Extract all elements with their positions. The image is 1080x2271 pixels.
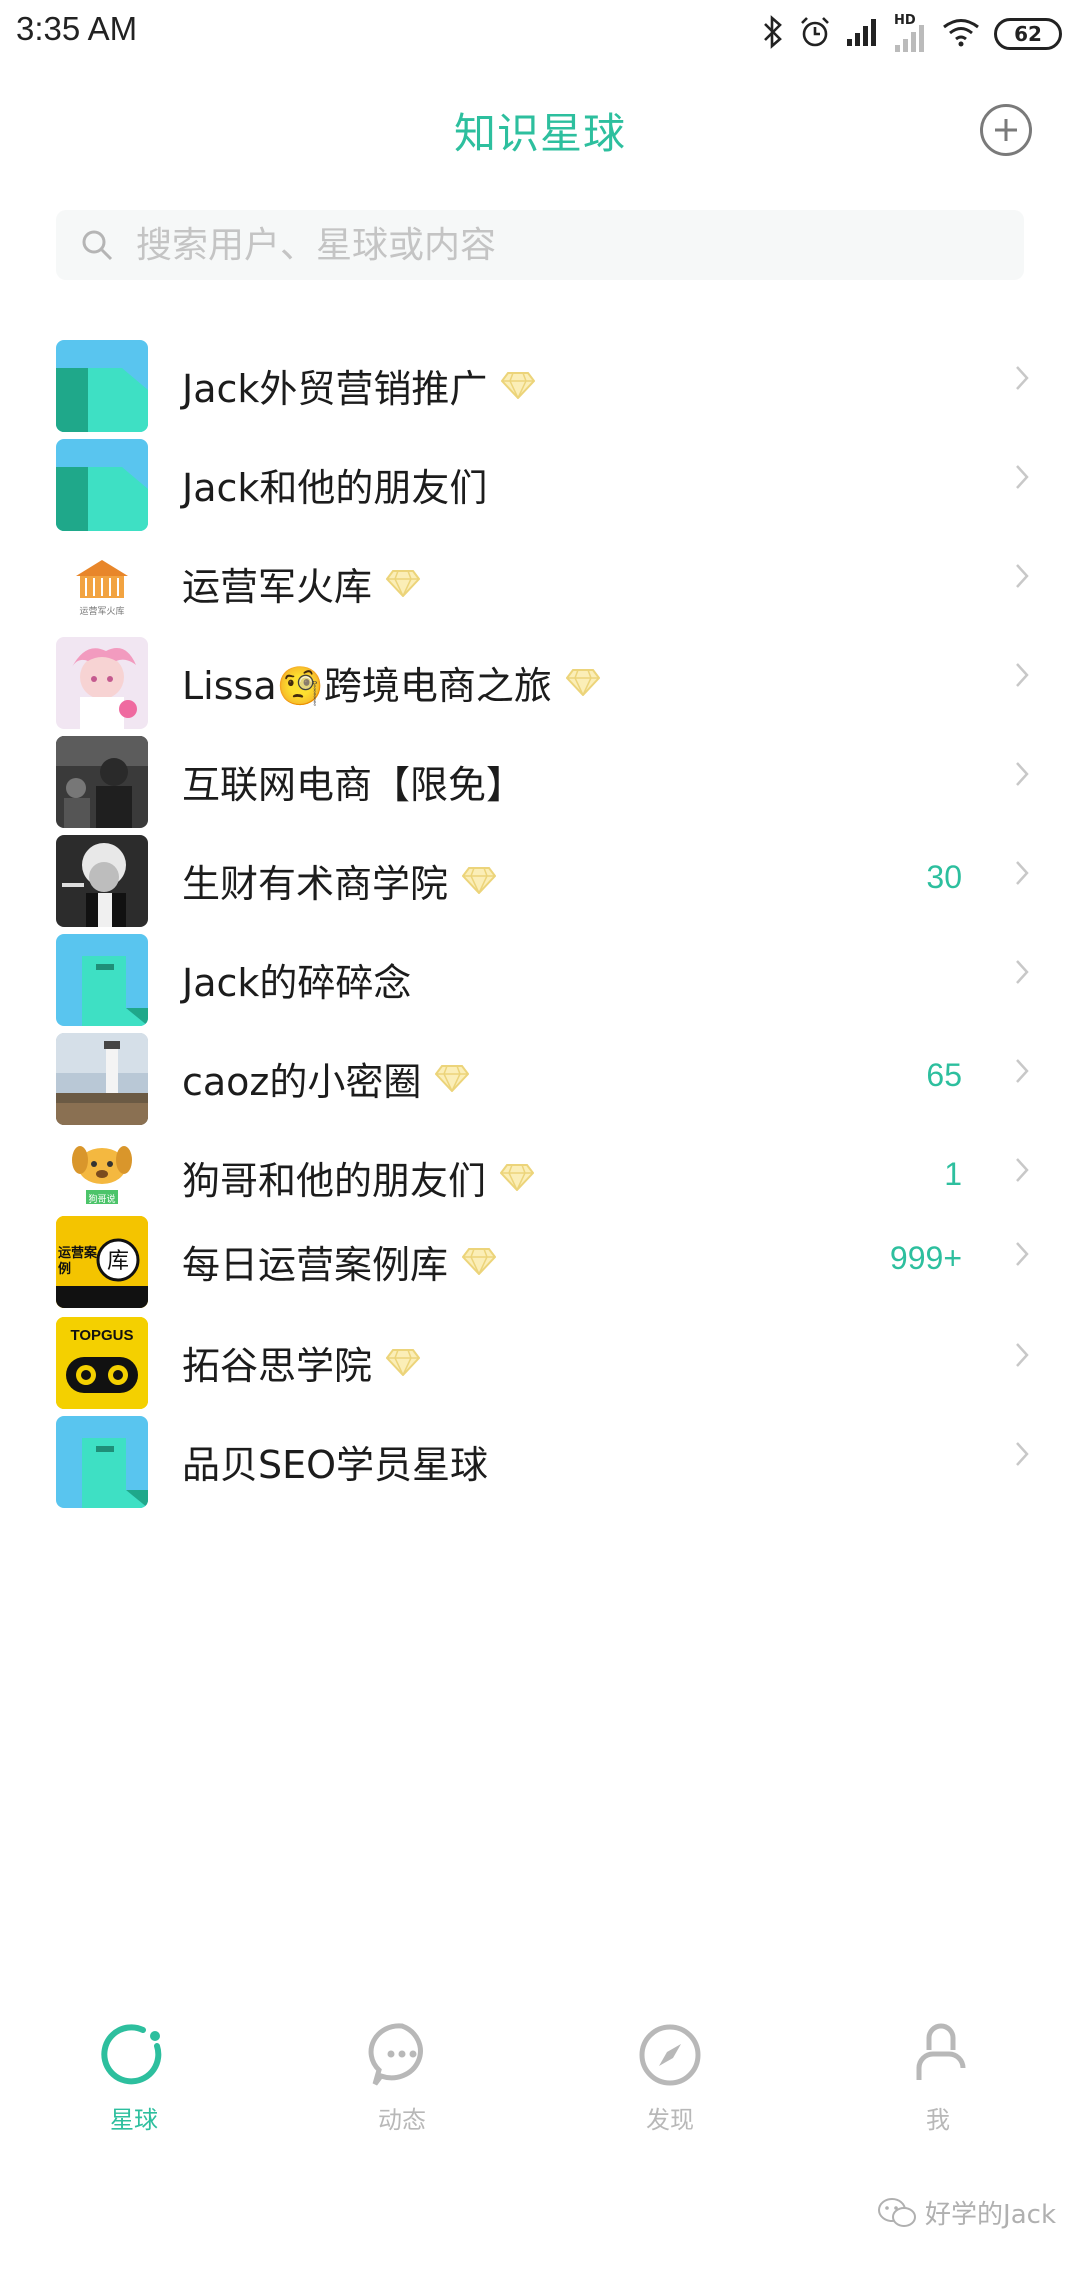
bluetooth-icon: [762, 15, 784, 53]
battery-indicator: 62: [994, 18, 1062, 50]
diamond-icon: [385, 562, 421, 606]
list-item[interactable]: TOPGUS 拓谷思学院: [0, 1311, 1080, 1411]
list-item[interactable]: 互联网电商【限免】: [0, 730, 1080, 830]
avatar: 运营军火库: [56, 538, 148, 630]
tab-label: 发现: [646, 2106, 694, 2134]
group-name: 每日运营案例库: [182, 1243, 449, 1287]
diamond-icon: [499, 1156, 535, 1200]
chevron-right-icon: [1014, 661, 1030, 693]
list-item[interactable]: 运营军火库 运营军火库: [0, 532, 1080, 632]
tab-label: 动态: [378, 2106, 426, 2134]
avatar-caption: TOPGUS: [70, 1327, 134, 1344]
chat-bubble-icon: [368, 2023, 423, 2086]
unread-count: 999+: [889, 1240, 962, 1276]
group-name: Jack外贸营销推广: [182, 367, 488, 411]
svg-text:库: 库: [107, 1249, 129, 1274]
list-item[interactable]: 库 运营案例 每日运营案例库 999+: [0, 1210, 1080, 1310]
diamond-icon: [385, 1341, 421, 1385]
avatar: [56, 1033, 148, 1125]
tab-discover[interactable]: 发现: [590, 2020, 750, 2135]
group-name: caoz的小密圈: [182, 1060, 422, 1104]
diamond-icon: [501, 364, 536, 408]
chevron-right-icon: [1014, 1341, 1030, 1373]
avatar: 库 运营案例: [56, 1216, 148, 1308]
chevron-right-icon: [1014, 364, 1030, 396]
unread-count: 1: [944, 1156, 962, 1192]
chevron-right-icon: [1014, 958, 1030, 990]
tab-me[interactable]: 我: [858, 2020, 1018, 2135]
avatar: [56, 340, 148, 432]
chevron-right-icon: [1014, 1240, 1030, 1272]
plus-icon: [995, 119, 1017, 141]
compass-icon: [639, 2024, 701, 2086]
tab-bar: 星球 动态 发现 我: [0, 2000, 1080, 2150]
group-name: 狗哥和他的朋友们: [182, 1159, 487, 1203]
add-button[interactable]: [980, 104, 1032, 156]
avatar: [56, 835, 148, 927]
search-bar[interactable]: [56, 210, 1024, 280]
chevron-right-icon: [1014, 760, 1030, 792]
alarm-icon: [798, 15, 832, 53]
list-item[interactable]: 生财有术商学院 30: [0, 829, 1080, 929]
signal-icon: [846, 17, 880, 51]
tab-label: 星球: [110, 2106, 158, 2134]
search-icon: [82, 230, 113, 261]
nav-bar: 知识星球: [0, 66, 1080, 196]
tab-planet[interactable]: 星球: [54, 2020, 214, 2135]
avatar: TOPGUS: [56, 1317, 148, 1409]
watermark-text: 好学的Jack: [925, 2200, 1056, 2230]
page-title: 知识星球: [453, 109, 626, 158]
list-item[interactable]: Lissa🧐跨境电商之旅: [0, 631, 1080, 731]
group-name: 运营军火库: [182, 565, 373, 609]
chevron-right-icon: [1014, 562, 1030, 594]
list-item[interactable]: Jack的碎碎念: [0, 928, 1080, 1028]
status-time: 3:35 AM: [16, 10, 138, 47]
watermark: 好学的Jack: [877, 2194, 1056, 2231]
tab-feed[interactable]: 动态: [322, 2020, 482, 2135]
list-item[interactable]: caoz的小密圈 65: [0, 1027, 1080, 1127]
diamond-icon: [435, 1057, 470, 1101]
chevron-right-icon: [1014, 859, 1030, 891]
status-bar: 3:35 AM HD 62: [0, 0, 1080, 66]
chevron-right-icon: [1014, 1057, 1030, 1089]
group-name: Lissa🧐跨境电商之旅: [182, 664, 552, 708]
chevron-right-icon: [1014, 1440, 1030, 1472]
list-item[interactable]: Jack外贸营销推广: [0, 334, 1080, 434]
wifi-icon: [942, 17, 980, 51]
avatar-caption: 运营军火库: [79, 607, 125, 617]
group-name: Jack和他的朋友们: [182, 466, 488, 510]
diamond-icon: [461, 859, 497, 903]
signal-hd-icon: HD: [894, 13, 928, 52]
chevron-right-icon: [1014, 463, 1030, 495]
person-icon: [916, 2023, 966, 2080]
unread-count: 30: [926, 859, 962, 895]
group-name: 品贝SEO学员星球: [182, 1443, 489, 1487]
status-icons: HD 62: [762, 12, 1062, 56]
avatar: [56, 637, 148, 729]
wechat-icon: [878, 2197, 917, 2227]
planet-icon: [101, 2024, 162, 2085]
group-name: Jack的碎碎念: [182, 961, 412, 1005]
group-name: 互联网电商【限免】: [182, 763, 525, 807]
unread-count: 65: [926, 1057, 962, 1093]
group-name: 拓谷思学院: [182, 1344, 373, 1388]
avatar-caption: 狗哥说: [88, 1195, 116, 1205]
list-item[interactable]: Jack和他的朋友们: [0, 433, 1080, 533]
search-input[interactable]: [136, 224, 996, 266]
avatar-caption: 运营案例: [58, 1246, 98, 1277]
diamond-icon: [461, 1240, 497, 1284]
group-name: 生财有术商学院: [182, 862, 449, 906]
avatar: [56, 1416, 148, 1508]
list-item[interactable]: 品贝SEO学员星球: [0, 1410, 1080, 1510]
tab-label: 我: [926, 2106, 950, 2134]
chevron-right-icon: [1014, 1156, 1030, 1188]
avatar: [56, 934, 148, 1026]
avatar: [56, 736, 148, 828]
diamond-icon: [565, 661, 601, 705]
avatar: [56, 439, 148, 531]
